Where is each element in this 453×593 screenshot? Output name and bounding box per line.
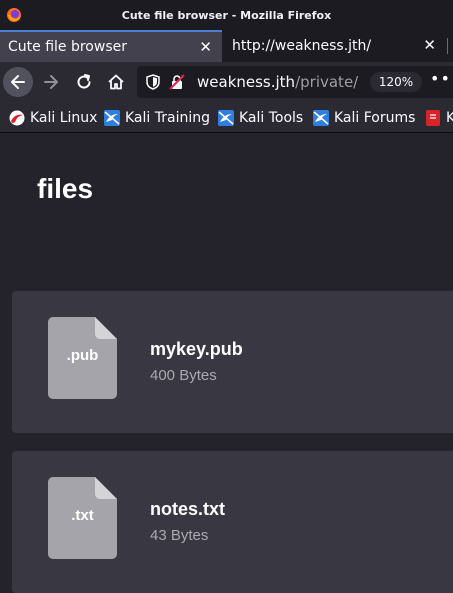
reload-button[interactable] [69, 67, 99, 97]
tab-label: http://weakness.jth/ [232, 38, 372, 54]
file-extension: .txt [71, 507, 94, 524]
tab-cute-file-browser[interactable]: Cute file browser ✕ [0, 30, 222, 62]
url-host: weakness.jth [197, 73, 296, 91]
tracking-shield-icon[interactable] [145, 74, 161, 90]
kali-training-icon [104, 110, 120, 126]
close-tab-icon[interactable]: ✕ [199, 40, 212, 55]
bookmark-label: Kali Forums [334, 110, 416, 126]
window-title: Cute file browser - Mozilla Firefox [121, 8, 332, 22]
tab-weakness[interactable]: http://weakness.jth/ ✕ [224, 30, 446, 62]
close-tab-icon[interactable]: ✕ [423, 38, 436, 53]
kali-linux-icon [9, 110, 25, 126]
page-content: files .pub mykey.pub 400 Bytes .txt note… [0, 133, 453, 593]
file-size: 400 Bytes [150, 367, 217, 384]
arrow-left-icon [11, 75, 25, 89]
page-title: files [37, 173, 94, 204]
url-text[interactable]: weakness.jth/private/ [197, 73, 358, 91]
bookmark-kali-linux[interactable]: Kali Linux [9, 108, 97, 128]
bookmarks-toolbar: Kali Linux Kali Training Kali Tools Kali… [0, 102, 453, 133]
url-path: /private/ [295, 73, 359, 91]
tab-label: Cute file browser [8, 39, 127, 55]
file-size: 43 Bytes [150, 527, 209, 544]
file-extension: .pub [66, 347, 99, 364]
arrow-right-icon [44, 75, 58, 89]
bookmark-kali-forums[interactable]: Kali Forums [313, 108, 415, 128]
bookmark-label: Kali Tools [239, 110, 304, 126]
firefox-logo-icon [7, 8, 21, 22]
insecure-lock-icon[interactable] [169, 74, 185, 90]
bookmark-label: K [446, 110, 453, 126]
bookmark-kali-training[interactable]: Kali Training [104, 108, 210, 128]
tab-strip: Cute file browser ✕ http://weakness.jth/… [0, 30, 453, 62]
window-titlebar: Cute file browser - Mozilla Firefox [0, 0, 453, 30]
file-item[interactable]: .txt notes.txt 43 Bytes [12, 451, 453, 593]
file-name[interactable]: notes.txt [150, 499, 225, 520]
bookmark-label: Kali Training [125, 110, 210, 126]
reload-icon [77, 74, 91, 89]
forward-button[interactable] [36, 67, 66, 97]
home-icon [108, 74, 124, 90]
bookmark-kali-docs[interactable]: K [425, 108, 453, 128]
back-button[interactable] [3, 67, 33, 97]
kali-tools-icon [218, 110, 234, 126]
kali-forums-icon [313, 110, 329, 126]
page-actions-button[interactable]: ••• [430, 69, 453, 88]
kali-docs-icon [426, 110, 440, 126]
home-button[interactable] [101, 67, 131, 97]
file-icon: .txt [48, 477, 117, 559]
file-item[interactable]: .pub mykey.pub 400 Bytes [12, 291, 453, 433]
bookmark-label: Kali Linux [30, 110, 98, 126]
address-bar[interactable]: weakness.jth/private/ 120% ••• [137, 66, 453, 98]
tab-separator [447, 38, 448, 54]
bookmark-kali-tools[interactable]: Kali Tools [218, 108, 303, 128]
file-icon: .pub [48, 317, 117, 399]
file-name[interactable]: mykey.pub [150, 339, 243, 360]
zoom-indicator[interactable]: 120% [370, 72, 422, 92]
